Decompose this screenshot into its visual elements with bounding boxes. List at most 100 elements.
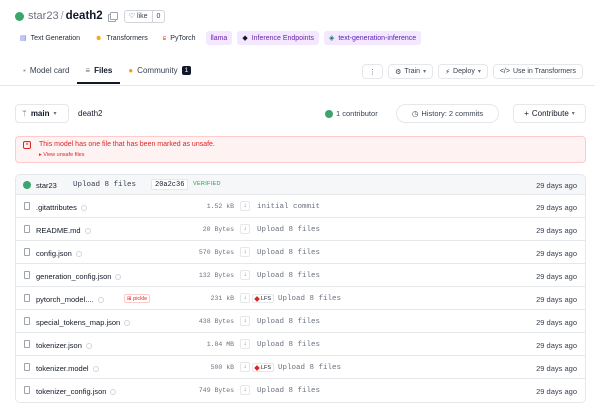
view-unsafe-files-link[interactable]: ▸ View unsafe files	[39, 152, 84, 158]
tag-text-generation[interactable]: ▤ Text Generation	[15, 31, 86, 45]
file-commit-message[interactable]: Upload 8 files	[257, 226, 320, 234]
path-separator: /	[60, 10, 64, 22]
tab-model-card[interactable]: ▪ Model card	[15, 66, 77, 84]
committer-avatar[interactable]	[23, 181, 31, 189]
contributors-link[interactable]: 1 contributor	[325, 109, 378, 118]
file-name: pytorch_model....	[36, 295, 94, 304]
file-size: 749 Bytes	[198, 387, 234, 394]
download-button[interactable]: ↓	[240, 362, 250, 372]
download-button[interactable]: ↓	[240, 293, 250, 303]
tag-label: PyTorch	[170, 34, 196, 42]
file-name-link[interactable]: tokenizer.json	[36, 341, 92, 350]
table-row[interactable]: README.md 20 Bytes ↓ Upload 8 files 29 days …	[16, 218, 585, 241]
tag-pytorch[interactable]: ɕ PyTorch	[157, 31, 201, 45]
tab-community[interactable]: ● Community 1	[120, 66, 199, 84]
repo-tabs: ▪ Model card ≡ Files ● Community 1	[15, 62, 199, 84]
file-name-link[interactable]: .gitattributes	[36, 203, 87, 212]
table-row[interactable]: generation_config.json 132 Bytes ↓ Upload 8…	[16, 264, 585, 287]
file-commit-message[interactable]: Upload 8 files	[278, 295, 341, 303]
download-button[interactable]: ↓	[240, 316, 250, 326]
file-icon	[24, 225, 30, 233]
branch-selector[interactable]: ᛘ main ▾	[15, 104, 69, 123]
tag-inference-endpoints[interactable]: ◆ Inference Endpoints	[237, 31, 319, 45]
file-name-link[interactable]: pytorch_model....	[36, 295, 104, 304]
file-name: README.md	[36, 226, 81, 235]
download-button[interactable]: ↓	[240, 339, 250, 349]
deploy-button[interactable]: ⚡ Deploy ▾	[438, 64, 488, 79]
copy-icon[interactable]	[107, 11, 118, 22]
table-row[interactable]: special_tokens_map.json 438 Bytes ↓ Upload …	[16, 310, 585, 333]
branch-row: ᛘ main ▾ death2 1 contributor ◷ History:…	[15, 104, 586, 124]
file-name: config.json	[36, 249, 72, 258]
download-icon: ↓	[243, 226, 247, 232]
committer-name[interactable]: star23	[36, 181, 57, 190]
table-row[interactable]: .gitattributes 1.52 kB ↓ initial commit 29 d…	[16, 195, 585, 218]
history-label: History: 2 commits	[421, 109, 484, 118]
table-row[interactable]: tokenizer_config.json 749 Bytes ↓ Upload 8 …	[16, 379, 585, 402]
commit-message[interactable]: Upload 8 files	[73, 181, 136, 189]
download-button[interactable]: ↓	[240, 247, 250, 257]
owner-avatar[interactable]	[15, 11, 24, 21]
info-icon[interactable]	[75, 251, 82, 257]
file-list: .gitattributes 1.52 kB ↓ initial commit 29 d…	[16, 195, 585, 402]
tag-label: text-generation-inference	[338, 34, 417, 42]
breadcrumb[interactable]: death2	[78, 109, 102, 118]
file-commit-message[interactable]: Upload 8 files	[257, 249, 320, 257]
download-button[interactable]: ↓	[240, 270, 250, 280]
contribute-button[interactable]: + Contribute ▾	[513, 104, 586, 123]
repo-name-link[interactable]: death2	[66, 10, 103, 22]
download-button[interactable]: ↓	[240, 201, 250, 211]
file-name-link[interactable]: config.json	[36, 249, 82, 258]
file-name-link[interactable]: README.md	[36, 226, 91, 235]
table-row[interactable]: tokenizer.model 500 kB ↓ LFS Upload 8 files 2…	[16, 356, 585, 379]
table-row[interactable]: tokenizer.json 1.84 MB ↓ Upload 8 files 29 d…	[16, 333, 585, 356]
tab-label: Community	[137, 66, 178, 75]
like-button[interactable]: ♡ like 0	[123, 9, 166, 23]
file-name-link[interactable]: tokenizer.model	[36, 364, 99, 373]
deploy-icon: ⚡	[445, 68, 451, 76]
info-icon[interactable]	[124, 320, 131, 326]
file-size: 1.84 MB	[206, 341, 234, 348]
chevron-down-icon: ▾	[477, 69, 481, 75]
download-button[interactable]: ↓	[240, 224, 250, 234]
info-icon[interactable]	[110, 389, 117, 395]
train-button[interactable]: ⚙ Train ▾	[388, 64, 434, 79]
use-in-transformers-button[interactable]: </> Use in Transformers	[492, 64, 583, 79]
info-icon[interactable]	[84, 228, 91, 234]
download-button[interactable]: ↓	[240, 385, 250, 395]
repo-owner-link[interactable]: star23	[28, 10, 59, 22]
file-commit-time: 29 days ago	[536, 203, 577, 212]
pickle-badge[interactable]: ⊞ pickle	[124, 294, 151, 303]
file-name-link[interactable]: generation_config.json	[36, 272, 122, 281]
info-icon[interactable]	[92, 366, 99, 372]
transformers-icon: ☻	[95, 34, 103, 42]
info-icon[interactable]	[80, 205, 87, 211]
tag-text-generation-inference[interactable]: ◈ text-generation-inference	[323, 31, 422, 45]
file-name-link[interactable]: tokenizer_config.json	[36, 387, 117, 396]
file-commit-message[interactable]: Upload 8 files	[257, 341, 320, 349]
info-icon[interactable]	[97, 297, 104, 303]
file-commit-message[interactable]: Upload 8 files	[257, 318, 320, 326]
more-options-button[interactable]: ⋮	[362, 64, 384, 79]
info-icon[interactable]	[115, 274, 122, 280]
train-icon: ⚙	[395, 68, 402, 76]
file-commit-message[interactable]: Upload 8 files	[257, 387, 320, 395]
tag-transformers[interactable]: ☻ Transformers	[90, 31, 153, 45]
table-row[interactable]: pytorch_model.... ⊞ pickle 231 kB ↓ LFS Uploa…	[16, 287, 585, 310]
view-unsafe-label: View unsafe files	[43, 152, 85, 158]
info-icon[interactable]	[85, 343, 92, 349]
tag-llama[interactable]: llama	[205, 31, 233, 45]
file-name-link[interactable]: special_tokens_map.json	[36, 318, 131, 327]
like-count[interactable]: 0	[151, 10, 165, 22]
file-commit-message[interactable]: Upload 8 files	[278, 364, 341, 372]
table-row[interactable]: config.json 570 Bytes ↓ Upload 8 files 29 da…	[16, 241, 585, 264]
file-commit-message[interactable]: Upload 8 files	[257, 272, 320, 280]
tab-files[interactable]: ≡ Files	[77, 66, 121, 84]
commit-hash[interactable]: 20a2c36	[151, 179, 189, 190]
files-icon: ≡	[85, 66, 91, 75]
deploy-label: Deploy	[453, 68, 475, 75]
file-size: 438 Bytes	[198, 318, 234, 325]
file-commit-time: 29 days ago	[536, 295, 577, 304]
history-button[interactable]: ◷ History: 2 commits	[396, 104, 499, 123]
file-commit-message[interactable]: initial commit	[257, 203, 320, 211]
